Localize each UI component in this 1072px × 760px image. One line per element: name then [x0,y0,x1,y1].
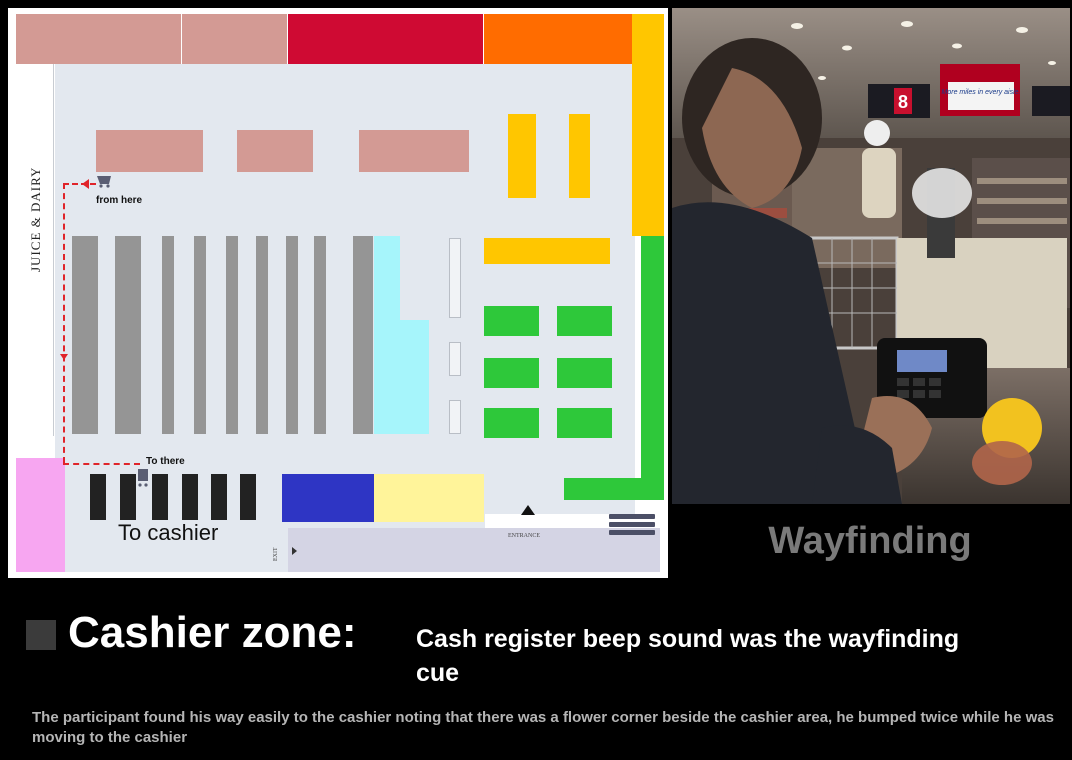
right-wall-yellow [632,14,664,236]
island-1 [96,130,203,172]
end-label: To there [146,456,185,467]
pale-yellow-department [374,474,484,522]
produce-table [484,408,539,438]
checkout-scene-illustration: 8 More miles in every aisle. [672,8,1070,504]
small-shelf [449,400,461,434]
aisle-shelf [226,236,238,434]
aisle-number-sign: 8 [898,92,908,112]
produce-table [484,358,539,388]
aisle-shelf [353,236,373,434]
aisle-shelf [286,236,298,434]
top-dept-pink-1 [16,14,181,64]
juice-dairy-label: JUICE & DAIRY [28,166,43,272]
aisle-shelf [115,236,141,434]
route-top [63,183,96,185]
zone-cue: Cash register beep sound was the wayfind… [416,625,960,687]
route-bottom [63,463,140,465]
blue-department [282,474,374,522]
start-label: from here [96,195,143,206]
bullet-square-icon [26,620,56,650]
start-cart-marker-icon [96,174,116,193]
exit-label: EXIT [273,547,279,561]
store-floor-map: JUICE & DAIRY To cashier ENTRANCE EXIT f… [8,8,668,578]
right-wall-green [641,236,664,498]
produce-table [557,358,612,388]
zone-title: Cashier zone: [68,608,357,657]
produce-table [557,408,612,438]
freezer-lower [374,320,429,434]
route-vertical [63,183,65,463]
aisle-shelf [72,236,98,434]
end-cart-marker-icon [136,468,150,493]
entrance-corridor [288,528,660,572]
caption: The participant found his way easily to … [32,709,1054,746]
yellow-display-2 [569,114,590,198]
checkout-photo: 8 More miles in every aisle. [672,8,1070,504]
checkout-counter [240,474,256,520]
top-dept-red [288,14,483,64]
cashier-label: To cashier [118,520,219,545]
right-wall-green-foot [564,478,664,500]
checkout-counter [90,474,106,520]
yellow-display-wide [484,238,610,264]
shopping-carts-icon [608,512,658,542]
entrance-arrow-icon [521,505,535,515]
checkout-counter [152,474,168,520]
small-shelf [449,238,461,318]
checkout-counter [182,474,198,520]
checkout-counter [120,474,136,520]
wayfinding-label: Wayfinding [768,520,972,562]
top-dept-orange [484,14,632,64]
flower-corner [16,458,65,572]
route-arrowhead-icon [82,179,89,189]
freezer-upper [374,236,400,322]
produce-table [557,306,612,336]
small-shelf [449,342,461,376]
aisle-shelf [256,236,268,434]
island-2 [237,130,313,172]
top-dept-pink-2 [182,14,287,64]
aisle-slogan-sign: More miles in every aisle. [942,89,1021,96]
entrance-label: ENTRANCE [508,533,540,539]
aisle-shelf [162,236,174,434]
yellow-display-1 [508,114,536,198]
exit-arrow-icon [292,547,297,555]
aisle-shelf [314,236,326,434]
island-3 [359,130,469,172]
aisle-shelf [194,236,206,434]
route-arrowhead-down-icon [60,354,68,360]
produce-table [484,306,539,336]
checkout-counter [211,474,227,520]
